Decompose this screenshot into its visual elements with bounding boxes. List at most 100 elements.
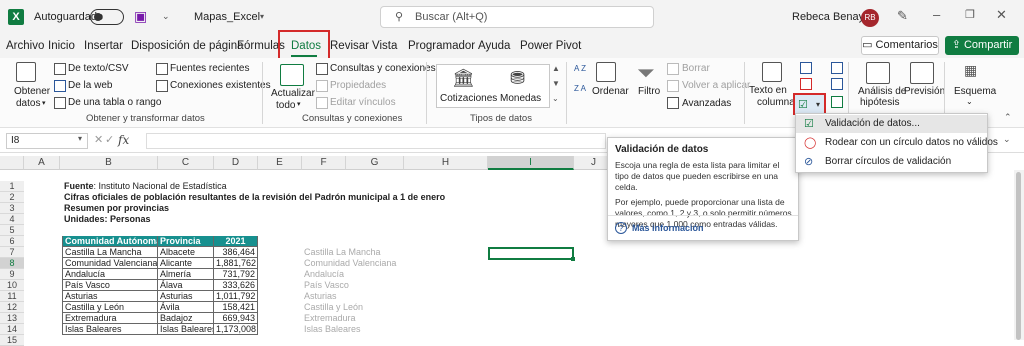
table-cell[interactable]: Álava [158, 280, 214, 291]
cancel-icon[interactable]: ✕ [94, 133, 103, 146]
column-header[interactable]: G [346, 156, 404, 170]
gallery-up-icon[interactable]: ▲ [552, 64, 560, 73]
comments-button[interactable]: ▭ Comentarios [861, 36, 939, 55]
queries-connections-button[interactable]: Consultas y conexiones [330, 63, 436, 74]
filter-button[interactable]: Filtro [638, 86, 660, 97]
search-box[interactable]: ⚲ Buscar (Alt+Q) [380, 6, 654, 28]
currencies-button[interactable]: Monedas [500, 93, 541, 104]
avatar[interactable]: RB [861, 9, 879, 27]
relationships-icon[interactable] [831, 78, 843, 90]
chevron-down-icon[interactable]: ▾ [297, 100, 301, 108]
table-cell[interactable]: 158,421 [214, 302, 258, 313]
gallery-down-icon[interactable]: ▼ [552, 79, 560, 88]
table-cell[interactable]: 333,626 [214, 280, 258, 291]
row-header[interactable]: 2 [0, 192, 24, 203]
table-cell[interactable]: 731,792 [214, 269, 258, 280]
tab-ayuda[interactable]: Ayuda [478, 40, 510, 52]
table-cell[interactable]: Alicante [158, 258, 214, 269]
list-item[interactable]: Comunidad Valenciana [304, 258, 396, 269]
tab-inicio[interactable]: Inicio [48, 40, 75, 52]
list-item[interactable]: Castilla y León [304, 302, 363, 313]
get-data-button[interactable]: Obtener [14, 86, 50, 97]
select-all-corner[interactable] [0, 156, 24, 170]
chevron-down-icon[interactable]: ▾ [42, 99, 46, 107]
edit-links-button[interactable]: Editar vínculos [330, 97, 396, 108]
tab-disposicion[interactable]: Disposición de página [131, 40, 244, 52]
name-box[interactable]: I8 [6, 133, 88, 149]
pen-icon[interactable]: ✎ [897, 8, 908, 24]
row-header[interactable]: 11 [0, 291, 24, 302]
menu-item-clear-circles[interactable]: ⊘ Borrar círculos de validación [796, 153, 987, 171]
table-cell[interactable]: Castilla y León [62, 302, 158, 313]
selected-cell[interactable] [488, 247, 574, 260]
remove-duplicates-icon[interactable] [800, 78, 812, 90]
more-info-link[interactable]: Más información [632, 223, 704, 233]
table-cell[interactable]: 386,464 [214, 247, 258, 258]
row-header[interactable]: 15 [0, 335, 24, 346]
text-to-columns-button[interactable]: Texto en [749, 85, 787, 96]
formula-input[interactable] [146, 133, 606, 149]
table-cell[interactable]: Comunidad Valenciana [62, 258, 158, 269]
tab-vista[interactable]: Vista [372, 40, 397, 52]
table-cell[interactable]: Extremadura [62, 313, 158, 324]
table-header-cell[interactable]: Comunidad Autónoma [62, 236, 158, 247]
fill-handle[interactable] [571, 257, 575, 261]
chevron-down-icon[interactable]: ⌄ [966, 97, 973, 106]
data-validation-button[interactable]: ☑ ▾ [793, 93, 826, 115]
sort-button[interactable]: Ordenar [592, 86, 629, 97]
table-cell[interactable]: País Vasco [62, 280, 158, 291]
enter-icon[interactable]: ✓ [105, 133, 114, 146]
tab-archivo[interactable]: Archivo [6, 40, 44, 52]
table-cell[interactable]: Asturias [62, 291, 158, 302]
table-cell[interactable]: 669,943 [214, 313, 258, 324]
column-header[interactable]: B [60, 156, 158, 170]
row-header[interactable]: 14 [0, 324, 24, 335]
what-if-button-bottom[interactable]: hipótesis [860, 97, 899, 108]
row-header[interactable]: 7 [0, 247, 24, 258]
table-cell[interactable]: Ávila [158, 302, 214, 313]
table-cell[interactable]: Albacete [158, 247, 214, 258]
from-web-button[interactable]: De la web [68, 80, 112, 91]
column-header[interactable]: E [258, 156, 302, 170]
from-text-csv-button[interactable]: De texto/CSV [68, 63, 129, 74]
table-header-cell[interactable]: 2021 [214, 236, 258, 247]
autosave-toggle[interactable] [90, 9, 124, 25]
reapply-button[interactable]: Volver a aplicar [682, 80, 750, 91]
column-header[interactable]: F [302, 156, 346, 170]
refresh-all-button[interactable]: Actualizar [271, 88, 315, 99]
table-cell[interactable]: 1,173,008 [214, 324, 258, 335]
sort-za-button[interactable]: Z A [574, 84, 586, 93]
list-item[interactable]: Andalucía [304, 269, 344, 280]
row-header[interactable]: 10 [0, 280, 24, 291]
existing-connections-button[interactable]: Conexiones existentes [170, 80, 271, 91]
properties-button[interactable]: Propiedades [330, 80, 386, 91]
row-header[interactable]: 4 [0, 214, 24, 225]
row-header[interactable]: 5 [0, 225, 24, 236]
row-header[interactable]: 9 [0, 269, 24, 280]
column-header[interactable]: A [24, 156, 60, 170]
restore-icon[interactable]: ❐ [965, 8, 975, 21]
table-cell[interactable]: Andalucía [62, 269, 158, 280]
forecast-button[interactable]: Previsión [904, 86, 945, 97]
tab-programador[interactable]: Programador [408, 40, 475, 52]
column-header[interactable]: H [404, 156, 488, 170]
row-header[interactable]: 3 [0, 203, 24, 214]
menu-item-circle-invalid[interactable]: ◯ Rodear con un círculo datos no válidos [796, 134, 998, 152]
table-cell[interactable]: Castilla La Mancha [62, 247, 158, 258]
column-header-selected[interactable]: I [488, 156, 574, 170]
share-button[interactable]: ⇪ Compartir [945, 36, 1019, 55]
column-header[interactable]: D [214, 156, 258, 170]
row-header[interactable]: 13 [0, 313, 24, 324]
table-cell[interactable]: Almería [158, 269, 214, 280]
menu-item-data-validation[interactable]: ☑ Validación de datos... [796, 115, 987, 133]
tab-revisar[interactable]: Revisar [330, 40, 369, 52]
sort-az-button[interactable]: A Z [574, 64, 586, 73]
list-item[interactable]: Extremadura [304, 313, 356, 324]
row-header[interactable]: 12 [0, 302, 24, 313]
tab-insertar[interactable]: Insertar [84, 40, 123, 52]
flash-fill-icon[interactable] [800, 62, 812, 74]
list-item[interactable]: Asturias [304, 291, 337, 302]
column-header[interactable]: C [158, 156, 214, 170]
consolidate-icon[interactable] [831, 62, 843, 74]
recent-sources-button[interactable]: Fuentes recientes [170, 63, 250, 74]
